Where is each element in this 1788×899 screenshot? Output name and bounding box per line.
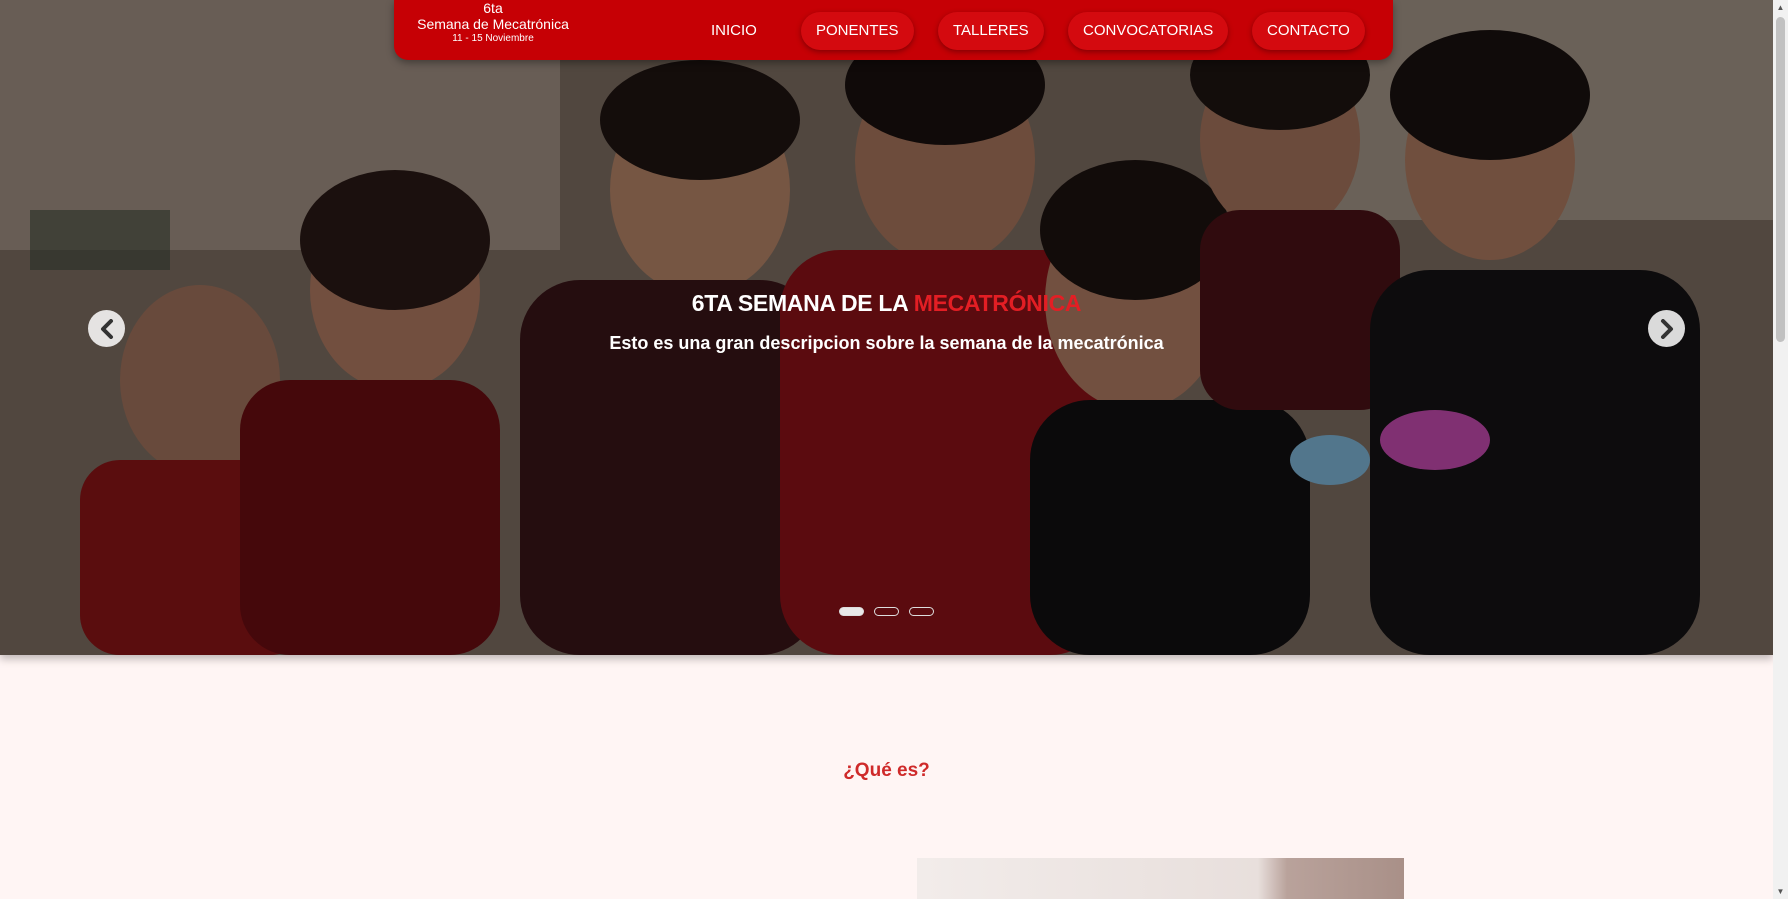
hero-description: Esto es una gran descripcion sobre la se… bbox=[609, 333, 1164, 353]
carousel-indicator-2[interactable] bbox=[874, 607, 899, 616]
chevron-right-icon bbox=[1660, 318, 1673, 339]
hero-title-accent: MECATRÓNICA bbox=[913, 290, 1082, 316]
nav-item-contacto[interactable]: CONTACTO bbox=[1252, 12, 1365, 50]
carousel-prev-button[interactable] bbox=[88, 310, 125, 347]
hero-title-main: 6TA SEMANA DE LA bbox=[691, 290, 914, 316]
nav-item-talleres[interactable]: TALLERES bbox=[938, 12, 1044, 50]
scrollbar[interactable]: ▲ ▼ bbox=[1773, 0, 1788, 899]
brand-line2: Semana de Mecatrónica bbox=[417, 16, 569, 32]
brand-dates: 11 - 15 Noviembre bbox=[452, 33, 534, 44]
section-image bbox=[917, 858, 1404, 899]
carousel-indicator-3[interactable] bbox=[909, 607, 934, 616]
carousel-indicators bbox=[839, 607, 934, 616]
section-title: ¿Qué es? bbox=[843, 760, 930, 781]
page: 6TA SEMANA DE LA MECATRÓNICA Esto es una… bbox=[0, 0, 1788, 899]
carousel-next-button[interactable] bbox=[1648, 310, 1685, 347]
brand-logo[interactable]: 6ta Semana de Mecatrónica 11 - 15 Noviem… bbox=[412, 1, 574, 45]
carousel-indicator-1[interactable] bbox=[839, 607, 864, 616]
navbar: 6ta Semana de Mecatrónica 11 - 15 Noviem… bbox=[394, 0, 1393, 60]
hero-carousel: 6TA SEMANA DE LA MECATRÓNICA Esto es una… bbox=[0, 0, 1773, 655]
nav-item-convocatorias[interactable]: CONVOCATORIAS bbox=[1068, 12, 1229, 50]
scroll-down-icon[interactable]: ▼ bbox=[1773, 884, 1788, 899]
nav-item-ponentes[interactable]: PONENTES bbox=[801, 12, 914, 50]
chevron-left-icon bbox=[100, 318, 113, 339]
nav-item-inicio[interactable]: INICIO bbox=[696, 12, 772, 50]
scrollbar-thumb[interactable] bbox=[1776, 17, 1785, 342]
hero-title: 6TA SEMANA DE LA MECATRÓNICA bbox=[0, 290, 1773, 317]
brand-line1: 6ta bbox=[483, 0, 503, 16]
hero-overlay bbox=[0, 0, 1773, 655]
scroll-up-icon[interactable]: ▲ bbox=[1773, 0, 1788, 15]
